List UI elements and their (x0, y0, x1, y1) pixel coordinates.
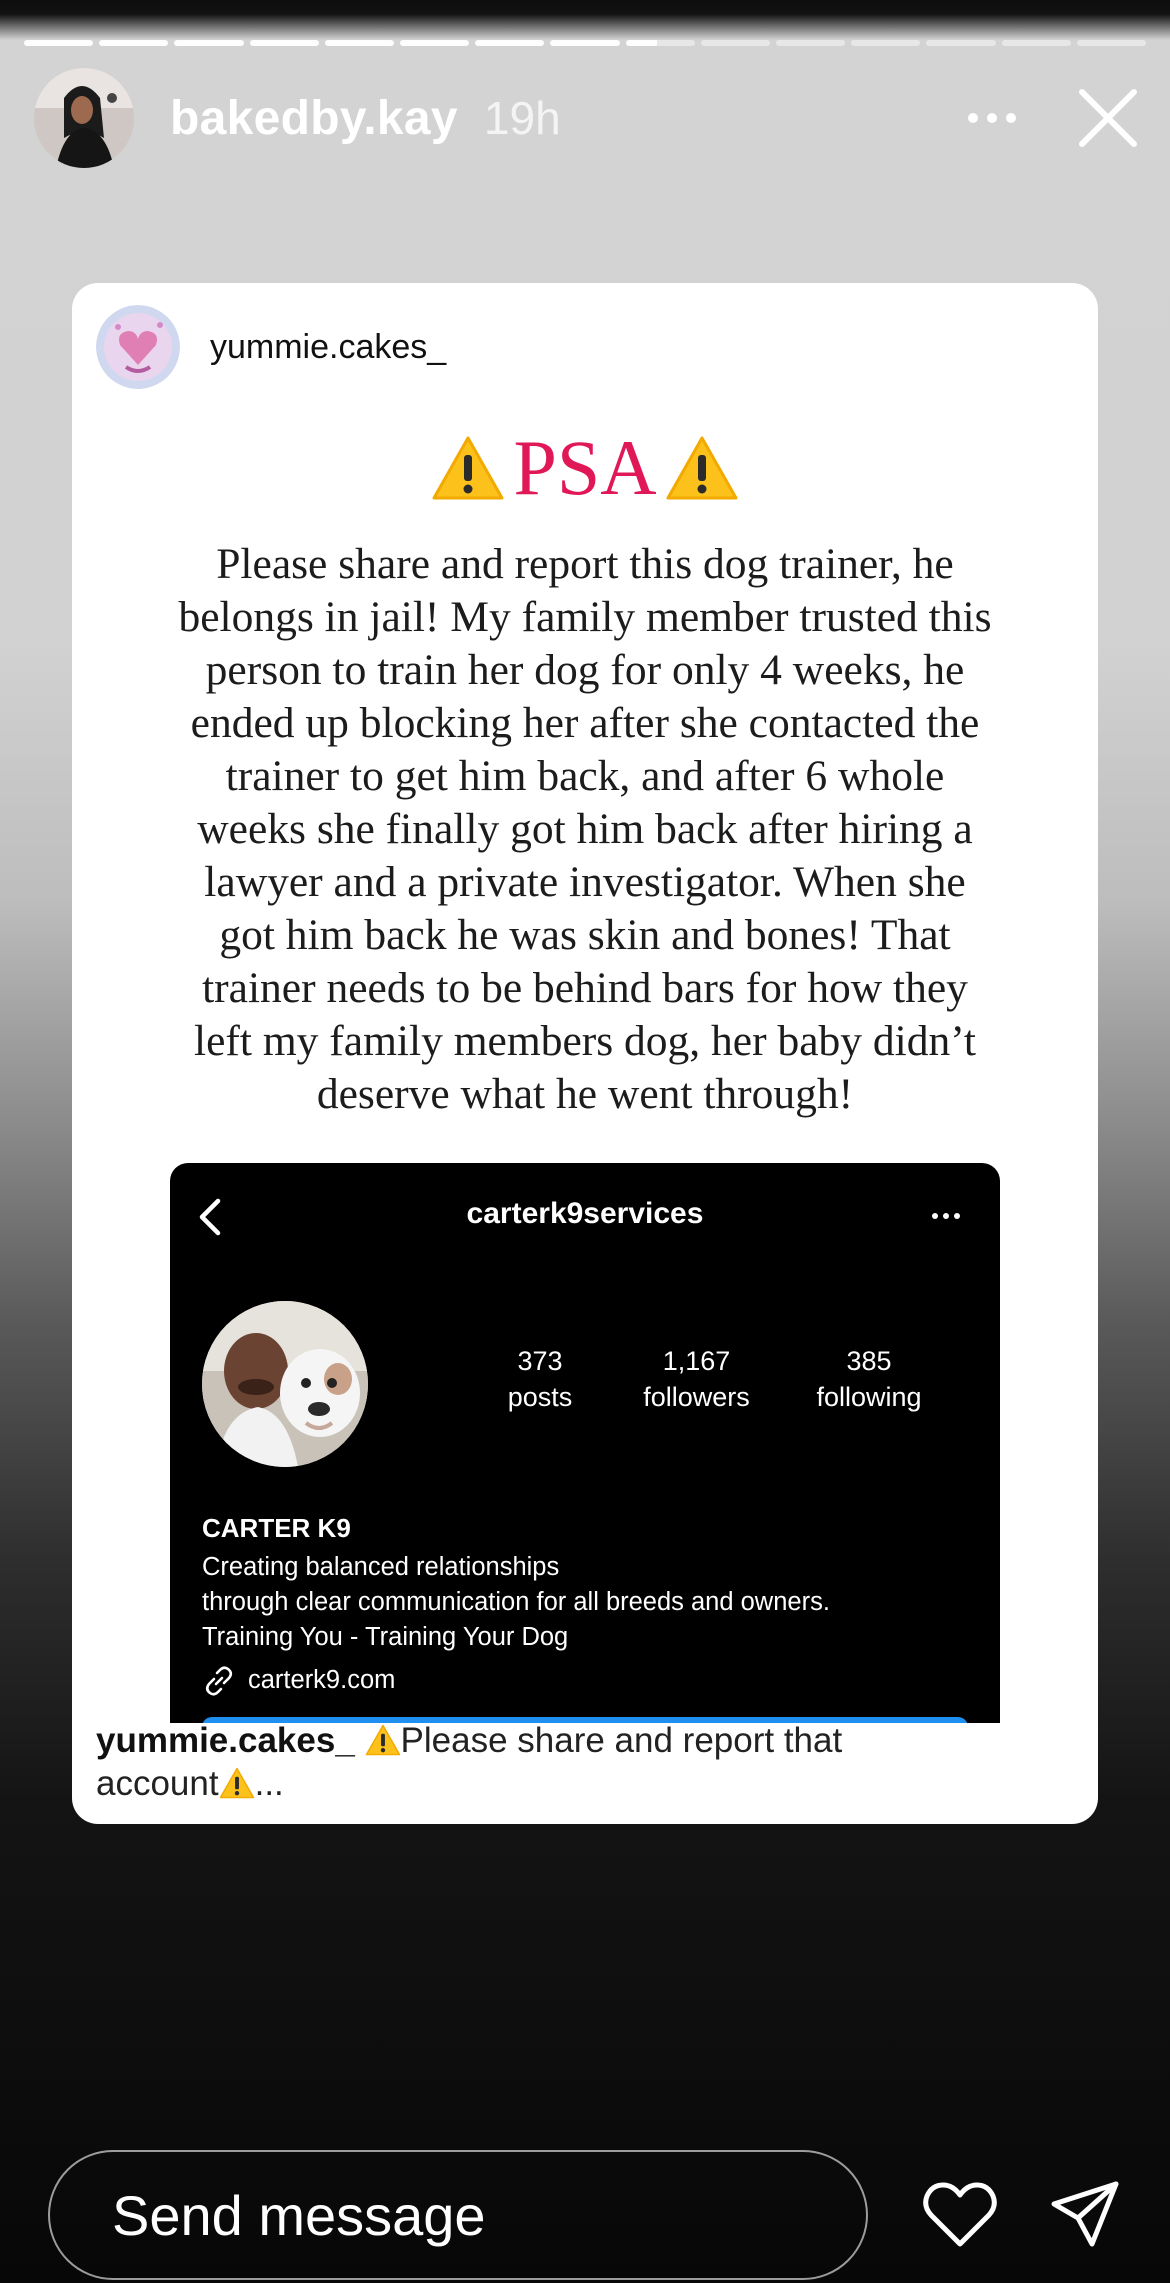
screenshot-profile-handle: carterk9services (466, 1197, 704, 1230)
psa-body-text: Please share and report this dog trainer… (112, 538, 1058, 1121)
psa-body-line: got him back he was skin and bones! That (219, 911, 951, 959)
psa-title: PSA (513, 424, 657, 511)
screenshot-profile-photo (202, 1301, 368, 1467)
story-progress-segment (550, 40, 620, 46)
stat-followers: 1,167 followers (594, 1343, 799, 1415)
psa-body-line: trainer needs to be behind bars for how … (202, 964, 968, 1012)
stat-value: 1,167 (662, 1346, 731, 1376)
shared-post-avatar[interactable] (96, 305, 180, 389)
stat-following: 385 following (799, 1343, 939, 1415)
story-timestamp: 19h (483, 92, 561, 144)
send-message-input[interactable]: Send message (48, 2150, 868, 2280)
story-header: bakedby.kay 19h (34, 66, 1140, 170)
psa-body-line: deserve what he went through! (316, 1070, 854, 1118)
send-message-placeholder: Send message (112, 2183, 486, 2247)
bio-line: Creating balanced relationships (202, 1553, 560, 1581)
stat-value: 373 (517, 1346, 563, 1376)
stat-value: 385 (846, 1346, 892, 1376)
stat-label: following (816, 1382, 922, 1412)
psa-body-line: trainer to get him back, and after 6 who… (225, 752, 945, 800)
stat-posts: 373 posts (486, 1343, 594, 1415)
story-progress-segment (400, 40, 470, 46)
more-horizontal-icon (932, 1213, 960, 1219)
send-icon[interactable] (1050, 2180, 1120, 2250)
story-progress-segment (1076, 40, 1147, 46)
psa-body-line: weeks she finally got him back after hir… (197, 805, 973, 853)
story-progress-segment (174, 40, 244, 46)
stat-label: posts (507, 1382, 573, 1412)
psa-body-line: lawyer and a private investigator. When … (204, 858, 966, 906)
heart-icon[interactable] (922, 2180, 998, 2250)
story-progress-segment (99, 40, 169, 46)
psa-body-line: left my family members dog, her baby did… (193, 1017, 977, 1065)
story-progress-segment (324, 40, 395, 46)
more-horizontal-icon[interactable] (962, 88, 1022, 148)
story-progress-segment (1001, 40, 1071, 46)
psa-heading: PSA (72, 423, 1098, 513)
story-progress-bar (24, 40, 1147, 46)
close-icon[interactable] (1076, 86, 1140, 150)
story-progress-segment (625, 40, 695, 46)
warning-icon (365, 1724, 400, 1756)
caption-username: yummie.cakes_ (96, 1721, 355, 1760)
story-progress-segment (475, 40, 545, 46)
bio-line: Training You - Training Your Dog (202, 1623, 569, 1651)
stat-label: followers (643, 1382, 750, 1412)
psa-body-line: person to train her dog for only 4 weeks… (205, 646, 965, 694)
psa-body-line: Please share and report this dog trainer… (216, 540, 954, 588)
avatar[interactable] (34, 68, 134, 168)
shared-post-caption[interactable]: yummie.cakes_ Please share and report th… (96, 1719, 1058, 1805)
shared-post-header: yummie.cakes_ (96, 305, 446, 389)
caption-text-continued: account (96, 1764, 219, 1803)
profile-screenshot: carterk9services 373 posts 1,167 followe… (170, 1163, 1000, 1723)
story-progress-segment (700, 40, 771, 46)
psa-body-line: ended up blocking her after she contacte… (190, 699, 980, 747)
caption-text: Please share and report that (400, 1721, 843, 1760)
story-progress-segment (776, 40, 846, 46)
caption-ellipsis: ... (254, 1764, 284, 1803)
warning-icon (219, 1767, 254, 1799)
link-icon (205, 1665, 233, 1696)
bio-line: through clear communication for all bree… (202, 1588, 830, 1616)
story-progress-segment (926, 40, 996, 46)
screenshot-profile-bio: CARTER K9 Creating balanced relationship… (202, 1511, 830, 1698)
psa-body-line: belongs in jail! My family member truste… (178, 593, 992, 641)
warning-icon (666, 436, 738, 500)
screenshot-topbar: carterk9services (170, 1185, 1000, 1245)
story-progress-segment (249, 40, 319, 46)
bio-link: carterk9.com (202, 1663, 830, 1698)
avatar-photo (34, 68, 134, 168)
bio-name: CARTER K9 (202, 1513, 351, 1543)
shared-post-card[interactable]: yummie.cakes_ PSA Please share and repor… (72, 283, 1098, 1824)
story-progress-segment (24, 40, 94, 46)
bio-link-text: carterk9.com (248, 1666, 396, 1694)
screenshot-profile-stats: 373 posts 1,167 followers 385 following (486, 1343, 939, 1415)
warning-icon (432, 436, 504, 500)
shared-post-username[interactable]: yummie.cakes_ (210, 328, 446, 367)
story-username[interactable]: bakedby.kay (170, 91, 458, 146)
story-progress-segment (851, 40, 921, 46)
